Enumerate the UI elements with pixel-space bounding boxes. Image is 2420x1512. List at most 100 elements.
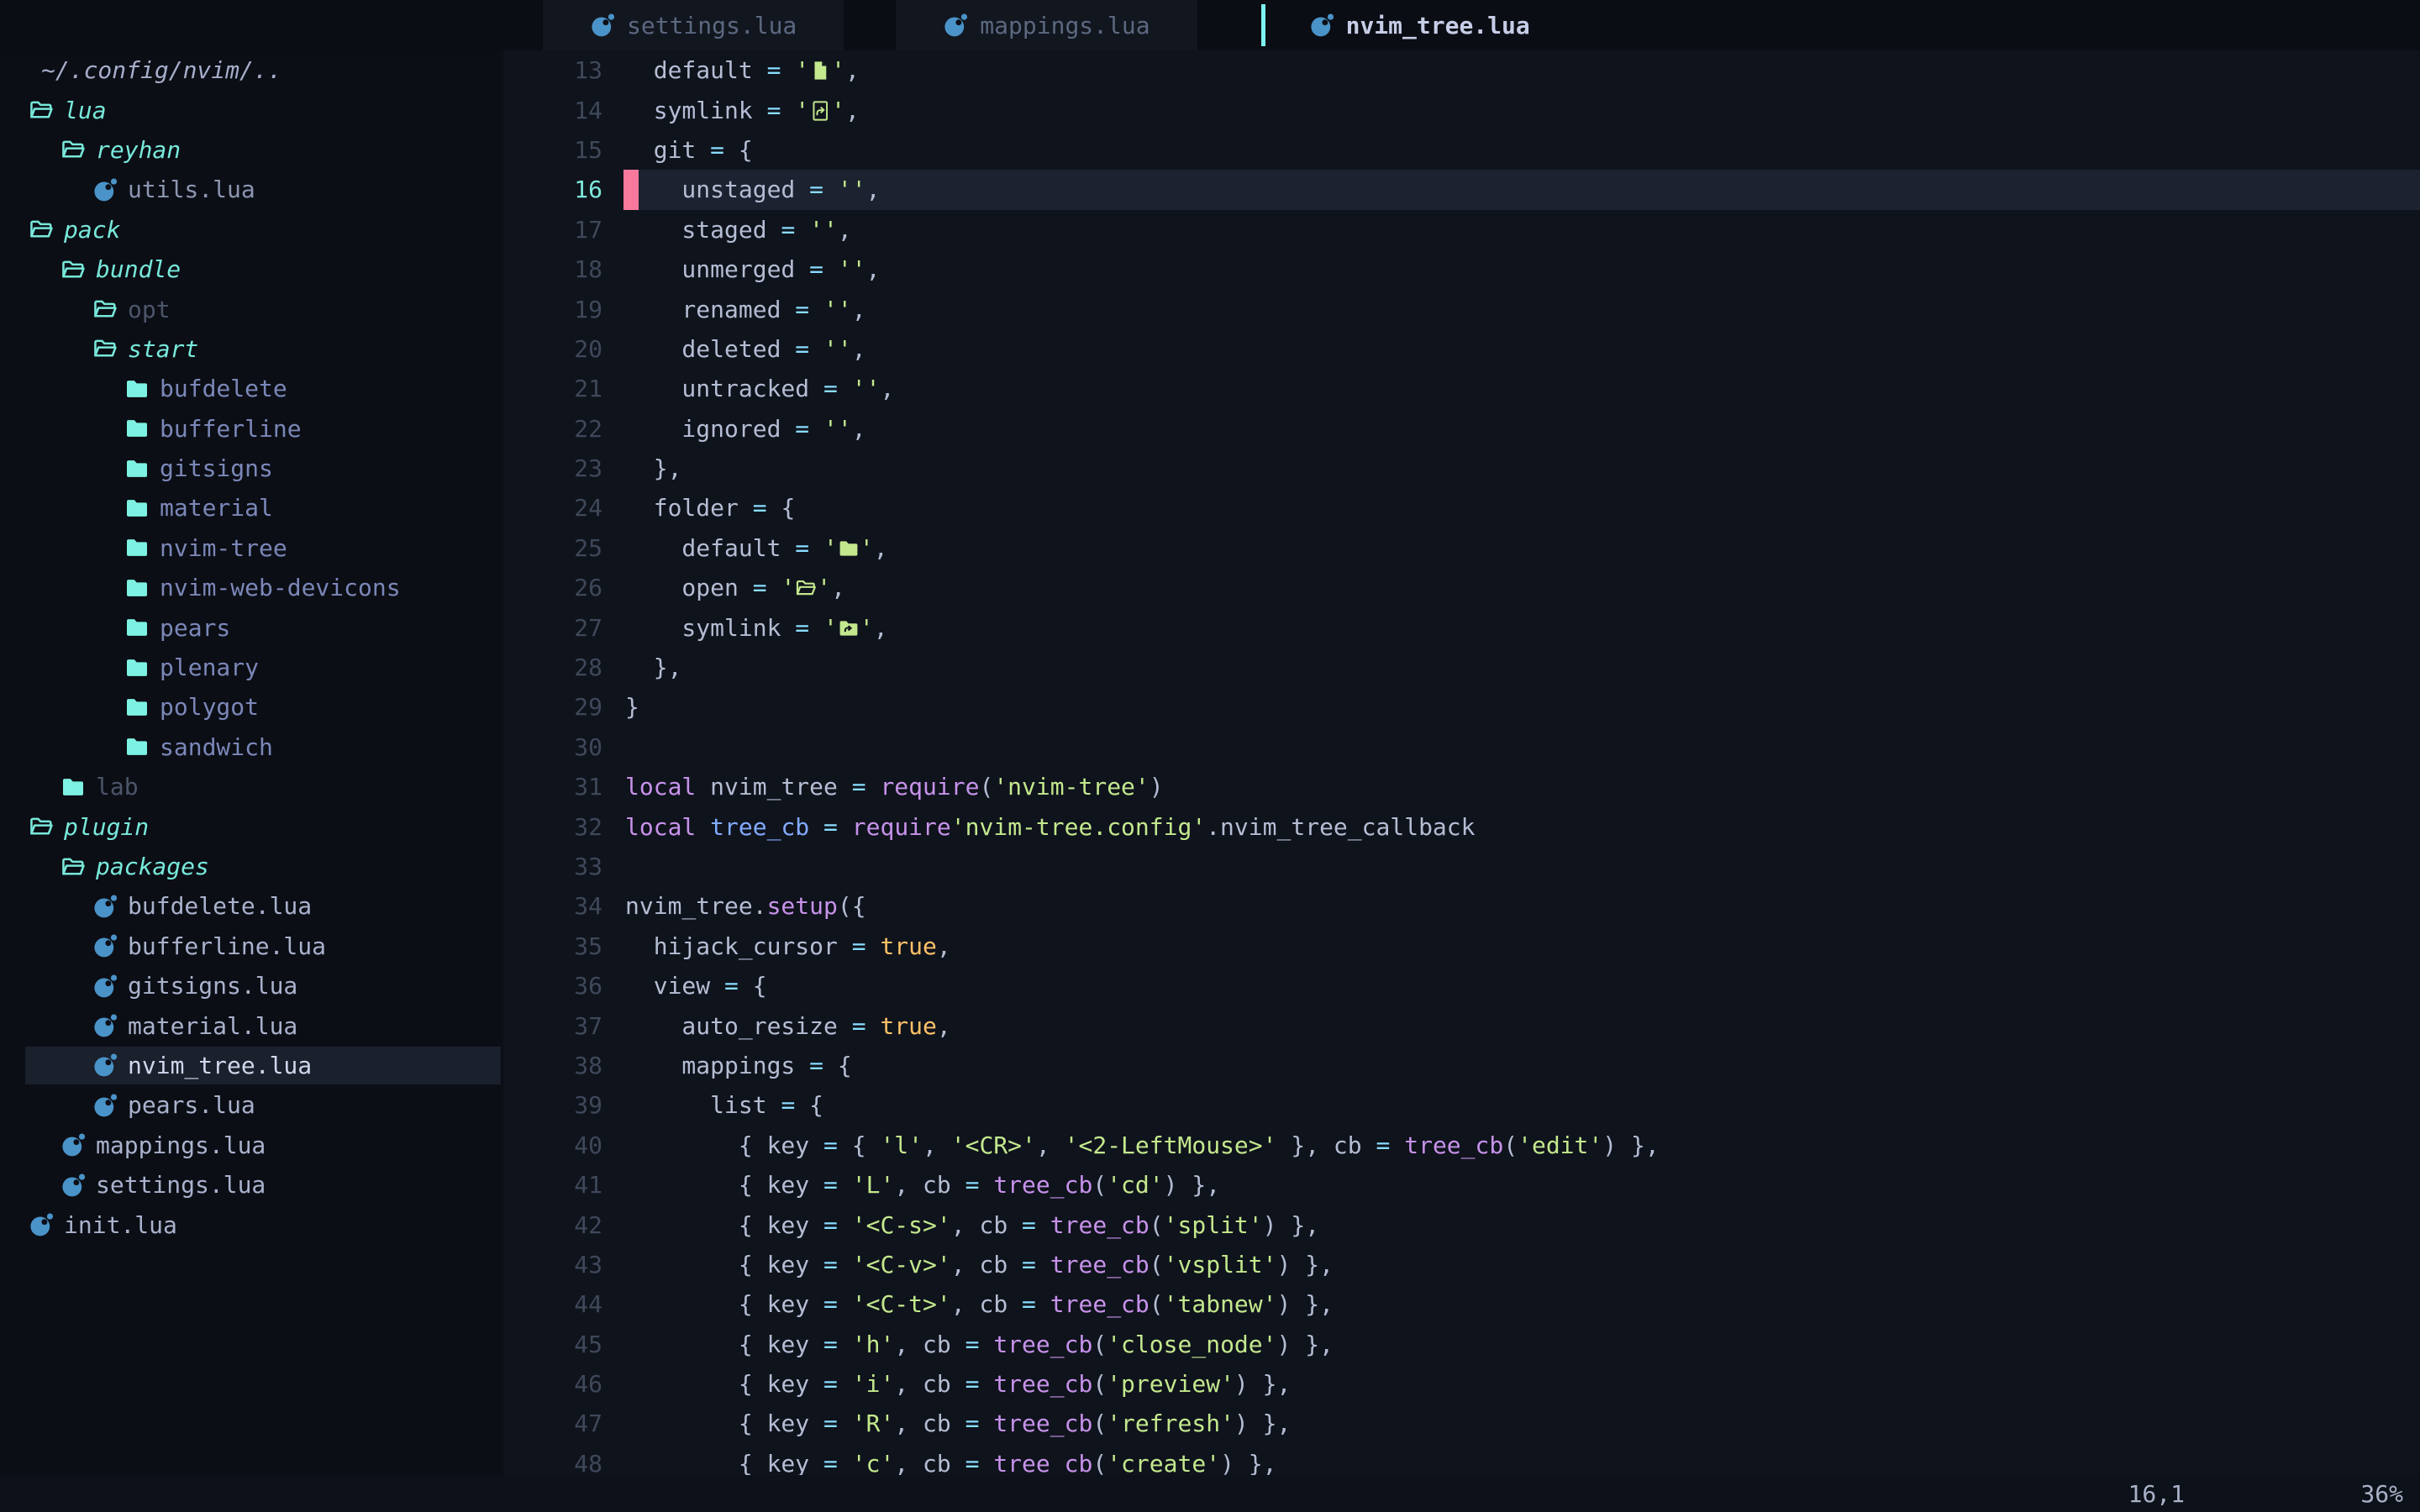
tab-settings-lua[interactable]: settings.lua [543, 0, 844, 50]
code-text: { key = { 'l', '<CR>', '<2-LeftMouse>' }… [623, 1131, 1660, 1159]
tree-item-init-lua[interactable]: init.lua [0, 1205, 503, 1244]
code-line-13[interactable]: 13 default = '', [503, 50, 2420, 90]
tab-mappings-lua[interactable]: mappings.lua [896, 0, 1197, 50]
code-line-43[interactable]: 43 { key = '<C-v>', cb = tree_cb('vsplit… [503, 1245, 2420, 1284]
line-number: 25 [503, 528, 602, 568]
code-line-45[interactable]: 45 { key = 'h', cb = tree_cb('close_node… [503, 1325, 2420, 1364]
line-body: { key = 'h', cb = tree_cb('close_node') … [623, 1325, 2420, 1364]
code-line-18[interactable]: 18 unmerged = '', [503, 249, 2420, 289]
tree-item-pack[interactable]: pack [0, 210, 503, 249]
tab-nvim-tree-lua[interactable]: nvim_tree.lua [1309, 0, 1530, 50]
tree-item-gitsigns-lua[interactable]: gitsigns.lua [0, 966, 503, 1005]
tree-item-sandwich[interactable]: sandwich [0, 727, 503, 767]
code-line-29[interactable]: 29} [503, 687, 2420, 727]
tree-item-material[interactable]: material [0, 488, 503, 528]
line-body: { key = { 'l', '<CR>', '<2-LeftMouse>' }… [623, 1126, 2420, 1165]
code-line-19[interactable]: 19 renamed = '', [503, 289, 2420, 328]
lua-icon [92, 894, 118, 919]
code-text: staged = '', [623, 216, 852, 244]
code-text: default = '', [623, 534, 888, 562]
code-line-37[interactable]: 37 auto_resize = true, [503, 1005, 2420, 1045]
tree-item-polygot[interactable]: polygot [0, 687, 503, 727]
code-line-22[interactable]: 22 ignored = '', [503, 409, 2420, 449]
tree-item-bufferline-lua[interactable]: bufferline.lua [0, 927, 503, 966]
code-line-27[interactable]: 27 symlink = '', [503, 607, 2420, 647]
tree-item-bundle[interactable]: bundle [0, 249, 503, 289]
folder-closed-icon [124, 575, 150, 601]
code-editor[interactable]: 13 default = '',14 symlink = '',15 git =… [503, 50, 2420, 1512]
file-tree-sidebar[interactable]: ~/.config/nvim/..luareyhanutils.luapackb… [0, 50, 503, 1475]
code-line-21[interactable]: 21 untracked = '', [503, 369, 2420, 408]
tree-item-utils-lua[interactable]: utils.lua [0, 170, 503, 209]
tree-item-lua[interactable]: lua [0, 90, 503, 129]
tree-item-plenary[interactable]: plenary [0, 648, 503, 687]
code-line-44[interactable]: 44 { key = '<C-t>', cb = tree_cb('tabnew… [503, 1284, 2420, 1324]
code-line-35[interactable]: 35 hijack_cursor = true, [503, 927, 2420, 966]
tree-item-packages[interactable]: packages [0, 847, 503, 886]
code-line-17[interactable]: 17 staged = '', [503, 210, 2420, 249]
tree-item-opt[interactable]: opt [0, 289, 503, 328]
tree-item-bufdelete-lua[interactable]: bufdelete.lua [0, 886, 503, 926]
tree-item-plugin[interactable]: plugin [0, 806, 503, 846]
file-icon [809, 60, 831, 81]
code-line-41[interactable]: 41 { key = 'L', cb = tree_cb('cd') }, [503, 1165, 2420, 1205]
tree-item-pears-lua[interactable]: pears.lua [0, 1085, 503, 1125]
tree-item-settings-lua[interactable]: settings.lua [0, 1165, 503, 1205]
code-line-47[interactable]: 47 { key = 'R', cb = tree_cb('refresh') … [503, 1404, 2420, 1443]
code-line-16[interactable]: 16 unstaged = '', [503, 170, 2420, 209]
line-number: 42 [503, 1205, 602, 1244]
code-line-34[interactable]: 34nvim_tree.setup({ [503, 886, 2420, 926]
line-body: { key = '<C-v>', cb = tree_cb('vsplit') … [623, 1245, 2420, 1284]
line-body [623, 727, 2420, 767]
code-text: symlink = '', [623, 614, 888, 642]
tree-item-material-lua[interactable]: material.lua [0, 1005, 503, 1045]
code-line-38[interactable]: 38 mappings = { [503, 1046, 2420, 1085]
line-number: 13 [503, 50, 602, 90]
code-line-39[interactable]: 39 list = { [503, 1085, 2420, 1125]
code-line-15[interactable]: 15 git = { [503, 130, 2420, 170]
folder-closed-icon [124, 496, 150, 521]
line-number: 46 [503, 1364, 602, 1404]
tree-item-bufferline[interactable]: bufferline [0, 409, 503, 449]
code-line-32[interactable]: 32local tree_cb = require'nvim-tree.conf… [503, 806, 2420, 846]
line-body: local tree_cb = require'nvim-tree.config… [623, 806, 2420, 846]
tree-item-config-nvim[interactable]: ~/.config/nvim/.. [0, 50, 503, 90]
line-body: symlink = '', [623, 607, 2420, 647]
tree-item-start[interactable]: start [0, 329, 503, 369]
tree-item-gitsigns[interactable]: gitsigns [0, 449, 503, 488]
code-line-26[interactable]: 26 open = '', [503, 568, 2420, 607]
code-line-24[interactable]: 24 folder = { [503, 488, 2420, 528]
code-text: { key = 'i', cb = tree_cb('preview') }, [623, 1370, 1291, 1398]
code-line-36[interactable]: 36 view = { [503, 966, 2420, 1005]
tree-item-nvim-tree[interactable]: nvim-tree [0, 528, 503, 568]
code-line-30[interactable]: 30 [503, 727, 2420, 767]
tree-item-mappings-lua[interactable]: mappings.lua [0, 1126, 503, 1165]
tree-item-pears[interactable]: pears [0, 607, 503, 647]
code-line-28[interactable]: 28 }, [503, 648, 2420, 687]
line-body: default = '', [623, 528, 2420, 568]
line-body: hijack_cursor = true, [623, 927, 2420, 966]
code-text: list = { [623, 1091, 823, 1119]
code-line-14[interactable]: 14 symlink = '', [503, 90, 2420, 129]
code-line-46[interactable]: 46 { key = 'i', cb = tree_cb('preview') … [503, 1364, 2420, 1404]
folder-open-icon [60, 137, 86, 162]
code-line-40[interactable]: 40 { key = { 'l', '<CR>', '<2-LeftMouse>… [503, 1126, 2420, 1165]
code-line-42[interactable]: 42 { key = '<C-s>', cb = tree_cb('split'… [503, 1205, 2420, 1244]
folder-open-icon [60, 854, 86, 879]
code-line-23[interactable]: 23 }, [503, 449, 2420, 488]
code-line-31[interactable]: 31local nvim_tree = require('nvim-tree') [503, 767, 2420, 806]
line-body: mappings = { [623, 1046, 2420, 1085]
line-number: 45 [503, 1325, 602, 1364]
tree-item-nvim-tree-lua[interactable]: nvim_tree.lua [0, 1046, 503, 1085]
tree-item-bufdelete[interactable]: bufdelete [0, 369, 503, 408]
line-body: default = '', [623, 50, 2420, 90]
tree-item-reyhan[interactable]: reyhan [0, 130, 503, 170]
tree-item-lab[interactable]: lab [0, 767, 503, 806]
code-text: hijack_cursor = true, [623, 932, 951, 960]
code-line-20[interactable]: 20 deleted = '', [503, 329, 2420, 369]
code-line-33[interactable]: 33 [503, 847, 2420, 886]
code-text: unstaged = '', [623, 176, 880, 203]
line-body: }, [623, 449, 2420, 488]
code-line-25[interactable]: 25 default = '', [503, 528, 2420, 568]
tree-item-nvim-web-devicons[interactable]: nvim-web-devicons [0, 568, 503, 607]
